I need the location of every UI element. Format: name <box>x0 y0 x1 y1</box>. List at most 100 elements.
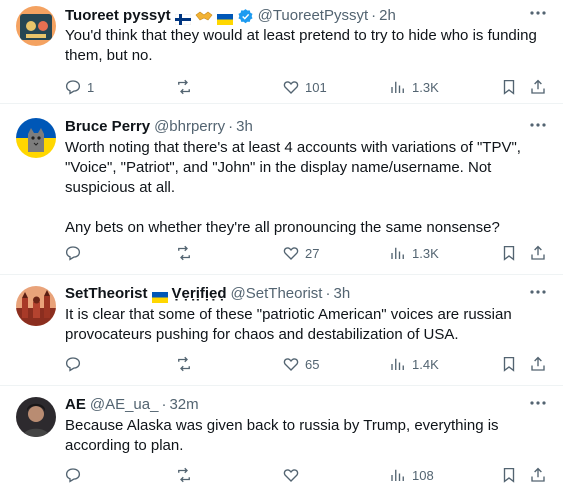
tweet-2[interactable]: Bruce Perry @bhrperry · 3h Worth noting … <box>0 104 563 275</box>
tweet-time[interactable]: 3h <box>236 117 253 137</box>
author-handle[interactable]: @AE_ua_ <box>90 395 159 415</box>
reply-button[interactable] <box>64 464 82 486</box>
tweet-actions: 27 1.3K <box>60 242 549 264</box>
reply-button[interactable] <box>64 242 82 264</box>
retweet-button[interactable] <box>175 464 193 486</box>
like-button[interactable] <box>282 464 300 486</box>
more-options-icon[interactable] <box>527 284 549 300</box>
tweet-text: It is clear that some of these "patrioti… <box>65 306 516 343</box>
author-name[interactable]: AE <box>65 395 86 415</box>
avatar-ae[interactable] <box>16 397 56 437</box>
share-icon <box>531 79 545 94</box>
share-button[interactable] <box>529 464 547 486</box>
views-chart-icon <box>391 247 404 259</box>
view-count: 1.3K <box>412 79 439 95</box>
tweet-actions: 108 <box>60 464 549 486</box>
retweet-icon <box>178 245 190 261</box>
views-button[interactable]: 1.3K <box>389 76 439 98</box>
character-avatar-icon <box>16 6 56 46</box>
tweet-4[interactable]: AE @AE_ua_ · 32m Because Alaska was give… <box>0 386 563 500</box>
avatar-tuoreet-pyssyt[interactable] <box>16 6 56 46</box>
heart-icon <box>283 469 299 482</box>
view-count: 1.3K <box>412 245 439 261</box>
separator-dot: · <box>161 396 167 413</box>
cityscape-avatar-icon <box>16 286 56 326</box>
view-count: 108 <box>412 467 434 483</box>
verified-icon <box>237 8 254 25</box>
views-button[interactable]: 108 <box>389 464 434 486</box>
retweet-button[interactable] <box>175 353 193 375</box>
heart-icon <box>283 247 299 260</box>
retweet-icon <box>178 79 190 95</box>
heart-icon <box>283 358 299 371</box>
retweet-icon <box>178 356 190 372</box>
bookmark-button[interactable] <box>500 76 518 98</box>
like-button[interactable]: 65 <box>282 353 319 375</box>
share-icon <box>531 467 545 482</box>
avatar-settheorist[interactable] <box>16 286 56 326</box>
author-name[interactable]: Bruce Perry <box>65 117 150 137</box>
ukraine-flag-icon <box>151 289 168 303</box>
handshake-icon <box>195 9 213 23</box>
separator-dot: · <box>228 118 234 135</box>
bookmark-button[interactable] <box>500 353 518 375</box>
reply-icon <box>65 357 81 372</box>
tweet-header: AE @AE_ua_ · 32m <box>65 395 523 415</box>
views-chart-icon <box>391 81 404 93</box>
more-options-icon[interactable] <box>527 395 549 411</box>
retweet-button[interactable] <box>175 242 193 264</box>
display-name-suffix: Ṿẹṛịfịẹḍ <box>171 285 227 302</box>
views-chart-icon <box>391 358 404 370</box>
reply-button[interactable]: 1 <box>64 76 94 98</box>
tweet-text: Because Alaska was given back to russia … <box>65 417 503 454</box>
separator-dot: · <box>371 7 377 24</box>
share-button[interactable] <box>529 242 547 264</box>
view-count: 1.4K <box>412 356 439 372</box>
reply-button[interactable] <box>64 353 82 375</box>
person-avatar-icon <box>16 397 56 437</box>
tweet-header: Tuoreet pyssyt @TuoreetPyssyt · 2h <box>65 6 523 26</box>
tweet-header: Bruce Perry @bhrperry · 3h <box>65 117 523 137</box>
tweet-time[interactable]: 3h <box>333 284 350 304</box>
like-button[interactable]: 27 <box>282 242 319 264</box>
share-button[interactable] <box>529 353 547 375</box>
like-count: 65 <box>305 356 320 372</box>
more-options-icon[interactable] <box>527 5 549 21</box>
tweet-text: Worth noting that there's at least 4 acc… <box>65 139 521 236</box>
bookmark-button[interactable] <box>500 242 518 264</box>
tweet-actions: 65 1.4K <box>60 353 549 375</box>
ukraine-flag-icon <box>216 11 233 25</box>
bookmark-button[interactable] <box>500 464 518 486</box>
share-icon <box>531 356 545 371</box>
separator-dot: · <box>325 285 331 302</box>
reply-icon <box>65 468 81 483</box>
avatar-bruce-perry[interactable] <box>16 118 56 158</box>
like-button[interactable]: 101 <box>282 76 327 98</box>
bookmark-icon <box>503 245 515 261</box>
tweet-1[interactable]: Tuoreet pyssyt @TuoreetPyssyt · 2h You'd… <box>0 0 563 104</box>
tweet-3[interactable]: SetTheorist Ṿẹṛịfịẹḍ @SetTheorist · 3h I… <box>0 275 563 386</box>
views-button[interactable]: 1.4K <box>389 353 439 375</box>
tweet-time[interactable]: 2h <box>379 6 396 26</box>
reply-icon <box>65 80 81 95</box>
author-handle[interactable]: @bhrperry <box>154 117 225 137</box>
author-handle[interactable]: @TuoreetPyssyt <box>258 6 369 26</box>
author-name[interactable]: SetTheorist <box>65 284 148 304</box>
retweet-button[interactable] <box>175 76 193 98</box>
author-name[interactable]: Tuoreet pyssyt <box>65 6 171 26</box>
views-button[interactable]: 1.3K <box>389 242 439 264</box>
share-icon <box>531 245 545 260</box>
share-button[interactable] <box>529 76 547 98</box>
bookmark-icon <box>503 467 515 483</box>
tweet-actions: 1 101 1.3K <box>60 76 549 98</box>
like-count: 27 <box>305 245 320 261</box>
finland-flag-icon <box>174 11 191 25</box>
tweet-time[interactable]: 32m <box>169 395 198 415</box>
author-handle[interactable]: @SetTheorist <box>231 284 323 304</box>
more-options-icon[interactable] <box>527 117 549 133</box>
cat-avatar-icon <box>16 118 56 158</box>
tweet-text: You'd think that they would at least pre… <box>65 27 541 64</box>
reply-icon <box>65 246 81 261</box>
heart-icon <box>283 81 299 94</box>
retweet-icon <box>178 467 190 483</box>
